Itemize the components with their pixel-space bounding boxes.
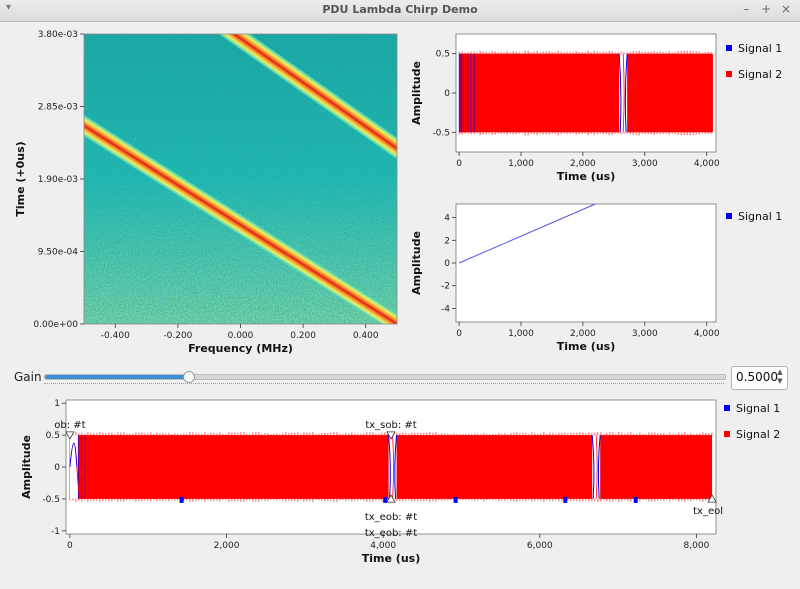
legend-swatch-1 — [724, 405, 730, 411]
signal-2-burst — [459, 53, 713, 133]
waterfall-x-tick-label: 0.000 — [228, 331, 254, 341]
spin-down-icon[interactable]: ▼ — [775, 377, 785, 386]
waterfall-x-tick-label: -0.200 — [163, 331, 192, 341]
time-mid-y-tick-label: 4 — [444, 214, 450, 224]
time-mid-y-tick-label: -4 — [441, 304, 450, 314]
gain-spinbox[interactable]: 0.5000 ▲ ▼ — [731, 366, 788, 390]
time-bottom-y-tick-label: 0 — [54, 463, 60, 473]
time-top-y-tick-label: -0.5 — [432, 128, 450, 138]
gain-slider-track[interactable] — [44, 371, 726, 383]
time-bottom-y-tick-label: 1 — [54, 399, 60, 409]
time-plot-bottom[interactable]: 0 2,000 4,000 6,000 8,000 -1 -0.5 0 0.5 1 Time (us… — [0, 392, 800, 589]
gain-control: Gain 0.5000 ▲ ▼ — [0, 365, 800, 390]
time-top-y-tick-label: 0.5 — [436, 50, 450, 60]
annotation-label: tx_eol — [693, 506, 723, 517]
time-bottom-y-label: Amplitude — [20, 435, 33, 499]
time-top-x-tick-label: 0 — [456, 159, 462, 169]
time-plot-middle[interactable]: 0 1,000 2,000 3,000 4,000 -4 -2 0 2 4 Time (us) Amp… — [408, 196, 800, 360]
time-bottom-x-tick-label: 0 — [67, 541, 73, 551]
signal-1-spike — [633, 496, 638, 503]
time-bottom-x-label: Time (us) — [362, 552, 420, 565]
time-mid-x-tick-label: 2,000 — [570, 329, 596, 339]
signal-1-spike — [563, 496, 568, 503]
waterfall-x-tick-label: -0.400 — [101, 331, 130, 341]
time-mid-x-tick-label: 3,000 — [632, 329, 658, 339]
legend-label-2: Signal 2 — [738, 68, 782, 81]
window-titlebar: ▾ PDU Lambda Chirp Demo – + × — [0, 0, 800, 22]
legend-swatch-1 — [726, 213, 732, 219]
time-mid-y-tick-label: -2 — [441, 282, 450, 292]
time-bottom-x-tick-label: 6,000 — [527, 541, 553, 551]
time-top-x-tick-label: 4,000 — [694, 159, 720, 169]
time-top-traces — [458, 50, 713, 136]
legend-label-1: Signal 1 — [738, 210, 782, 223]
waterfall-plot[interactable]: -0.400 -0.200 0.000 0.200 0.400 0.00e+00 9.50e… — [10, 26, 410, 362]
time-bottom-x-tick-label: 4,000 — [370, 541, 396, 551]
gain-slider-handle[interactable] — [182, 371, 195, 383]
time-top-x-tick-label: 2,000 — [570, 159, 596, 169]
time-bottom-y-tick-label: -1 — [51, 527, 60, 537]
signal-1-spike — [453, 496, 458, 503]
waterfall-y-label: Time (+0us) — [14, 141, 27, 216]
minimize-button[interactable]: – — [738, 2, 754, 16]
waterfall-y-tick-label: 1.90e-03 — [38, 175, 78, 185]
waterfall-y-tick-label: 0.00e+00 — [33, 320, 78, 330]
time-bottom-traces — [69, 432, 713, 503]
waterfall-y-tick-label: 2.85e-03 — [38, 103, 78, 113]
annotation-label: ob: #t — [54, 420, 85, 431]
annotation-label: tx_eob: #t — [365, 528, 417, 539]
time-mid-x-tick-label: 0 — [456, 329, 462, 339]
maximize-button[interactable]: + — [758, 2, 774, 16]
time-top-y-label: Amplitude — [410, 61, 423, 125]
time-mid-canvas — [455, 203, 717, 323]
waterfall-x-tick-label: 0.200 — [290, 331, 316, 341]
time-mid-x-tick-label: 4,000 — [694, 329, 720, 339]
time-top-x-label: Time (us) — [557, 170, 615, 183]
time-mid-y-label: Amplitude — [410, 231, 423, 295]
waterfall-x-tick-label: 0.400 — [353, 331, 379, 341]
legend-swatch-2 — [724, 431, 730, 437]
legend-swatch-1 — [726, 45, 732, 51]
spin-up-icon[interactable]: ▲ — [775, 368, 785, 377]
gain-value[interactable]: 0.5000 — [736, 370, 778, 384]
window-title: PDU Lambda Chirp Demo — [322, 3, 478, 16]
time-mid-x-tick-label: 1,000 — [508, 329, 534, 339]
time-top-y-tick-label: 0 — [444, 89, 450, 99]
gain-slider-fill — [45, 375, 188, 379]
waterfall-y-tick-label: 3.80e-03 — [38, 30, 78, 40]
waterfall-x-label: Frequency (MHz) — [188, 342, 293, 355]
time-top-x-tick-label: 1,000 — [508, 159, 534, 169]
gain-label: Gain — [14, 370, 42, 384]
legend-label-1: Signal 1 — [736, 402, 780, 415]
time-mid-x-label: Time (us) — [557, 340, 615, 353]
signal-1-spike — [383, 496, 388, 503]
time-plot-top[interactable]: 0 1,000 2,000 3,000 4,000 -0.5 0 0.5 Time (us) Am… — [408, 26, 800, 194]
waterfall-y-tick-label: 9.50e-04 — [38, 248, 79, 258]
legend-swatch-2 — [726, 71, 732, 77]
close-button[interactable]: × — [778, 2, 794, 16]
legend-label-2: Signal 2 — [736, 428, 780, 441]
signal-1-spike — [179, 496, 184, 503]
annotation-label: tx_eob: #t — [365, 512, 417, 523]
gain-slider-ticks — [44, 383, 724, 386]
waterfall-image — [84, 34, 397, 324]
time-top-x-tick-label: 3,000 — [632, 159, 658, 169]
time-bottom-x-tick-label: 2,000 — [214, 541, 240, 551]
time-bottom-y-tick-label: 0.5 — [46, 431, 60, 441]
time-bottom-y-tick-label: -0.5 — [42, 495, 60, 505]
time-mid-y-tick-label: 2 — [444, 236, 450, 246]
time-bottom-x-tick-label: 8,000 — [684, 541, 710, 551]
legend-label-1: Signal 1 — [738, 42, 782, 55]
annotation-label: tx_sob: #t — [365, 420, 416, 431]
time-mid-y-tick-label: 0 — [444, 259, 450, 269]
